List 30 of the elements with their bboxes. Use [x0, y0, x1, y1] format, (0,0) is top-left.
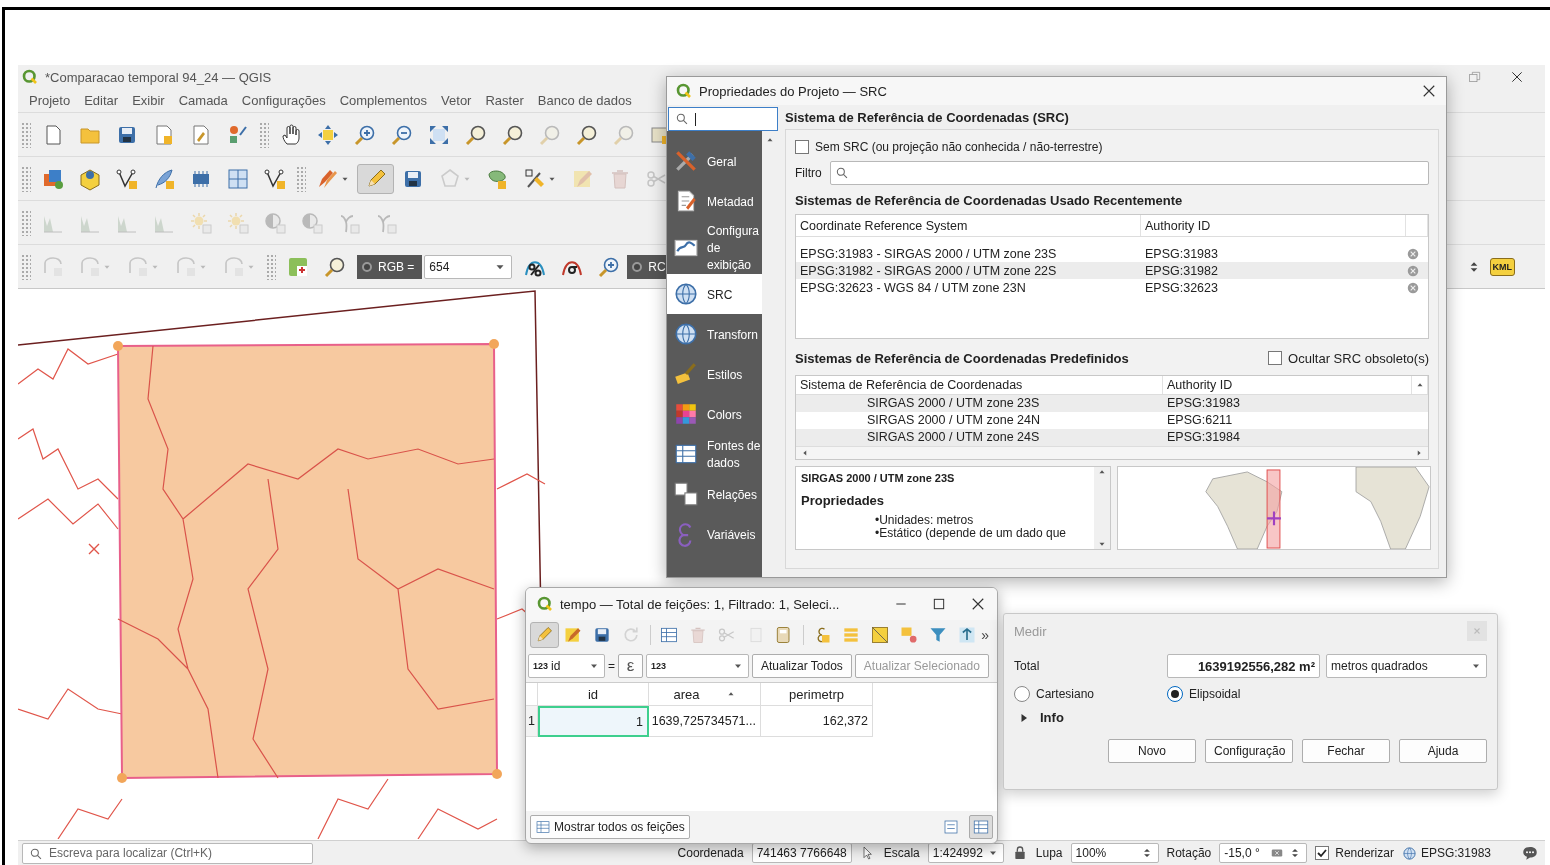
coordinate-label: Coordenada	[677, 846, 744, 860]
dialog-title: Medir	[1014, 623, 1047, 639]
table-cell-text: EPSG:6211	[1166, 413, 1234, 427]
table-cell-text: SIRGAS 2000 / UTM zone 23S	[866, 396, 1041, 410]
section-title: Sistemas de Referência de Coordenadas Predefinidos	[795, 350, 1129, 366]
section-heading: Sistema de Referência de Coordenadas (SRC)	[785, 110, 1070, 125]
table-cell-text: EPSG:31983 - SIRGAS 2000 / UTM zone 23S	[799, 246, 1058, 261]
table-cell-text: SIRGAS 2000 / UTM zone 24S	[866, 430, 1041, 444]
table-cell-text: EPSG:31984	[1166, 430, 1241, 444]
scale-label: Escala	[883, 846, 920, 860]
table-cell-text: EPSG:32623 - WGS 84 / UTM zone 23N	[799, 280, 1027, 295]
table-cell-text: SIRGAS 2000 / UTM zone 24N	[866, 413, 1041, 427]
property-item: •Unidades: metros	[874, 514, 975, 527]
total-label: Total	[1014, 659, 1041, 673]
details-heading: Propriedades	[801, 493, 886, 508]
rotation-label: Rotação	[1166, 846, 1212, 860]
details-title: SIRGAS 2000 / UTM zone 23S	[801, 472, 956, 484]
window-title: tempo — Total de feições: 1, Filtrado: 1, Seleci...	[560, 596, 840, 612]
table-cell-text: EPSG:31982	[1144, 263, 1219, 278]
table-cell-text: EPSG:31983	[1144, 246, 1219, 261]
equals-sign: =	[608, 659, 615, 673]
filter-label: Filtro	[795, 166, 822, 180]
magnifier-label: Lupa	[1035, 846, 1063, 860]
dialog-title: Propriedades do Projeto — SRC	[699, 83, 887, 99]
property-item: •Estático (depende de um dado que	[874, 527, 1067, 540]
table-cell-text: EPSG:31983	[1166, 396, 1241, 410]
section-title: Sistemas de Referência de Coordenadas Usado Recentemente	[795, 193, 1184, 208]
table-cell-text: EPSG:32623	[1144, 280, 1219, 295]
table-cell-text: EPSG:31982 - SIRGAS 2000 / UTM zone 22S	[799, 263, 1058, 278]
window-title: *Comparacao temporal 94_24 — QGIS	[45, 69, 272, 85]
